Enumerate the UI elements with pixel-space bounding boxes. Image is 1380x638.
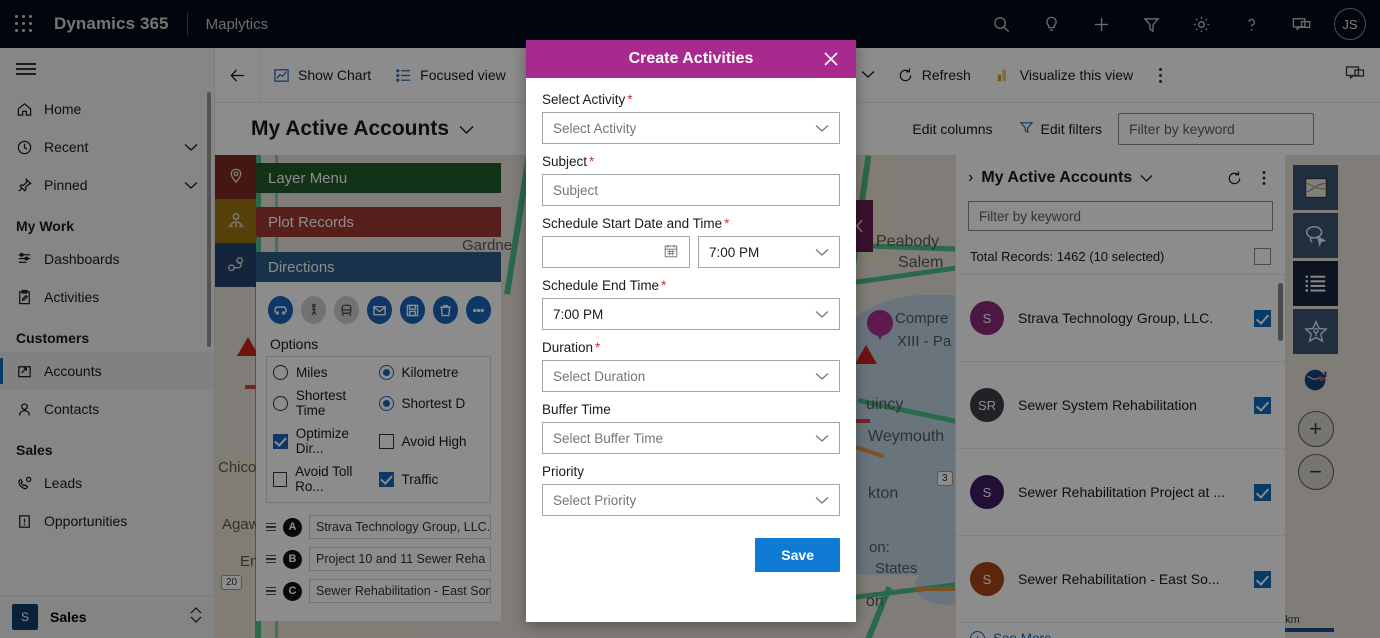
chevron-down-icon — [815, 369, 829, 384]
buffer-time-label: Buffer Time — [542, 402, 840, 417]
duration-dropdown[interactable]: Select Duration — [542, 360, 840, 392]
create-activities-dialog: Create Activities Select Activity * Selec… — [526, 40, 856, 622]
subject-label: Subject * — [542, 154, 840, 169]
field-label-text: Schedule End Time — [542, 278, 660, 293]
duration-label: Duration * — [542, 340, 840, 355]
chevron-down-icon — [815, 121, 829, 136]
priority-label: Priority — [542, 464, 840, 479]
schedule-end-label: Schedule End Time * — [542, 278, 840, 293]
required-asterisk: * — [589, 154, 595, 169]
field-label-text: Buffer Time — [542, 402, 611, 417]
buffer-time-value: Select Buffer Time — [553, 430, 664, 446]
priority-dropdown[interactable]: Select Priority — [542, 484, 840, 516]
close-icon[interactable] — [816, 40, 846, 78]
field-label-text: Duration — [542, 340, 594, 355]
subject-input[interactable]: Subject — [542, 174, 840, 206]
save-button[interactable]: Save — [755, 538, 840, 572]
select-activity-value: Select Activity — [553, 120, 637, 136]
required-asterisk: * — [595, 340, 601, 355]
field-label-text: Schedule Start Date and Time — [542, 216, 723, 231]
field-label-text: Subject — [542, 154, 588, 169]
field-label-text: Select Activity — [542, 92, 626, 107]
select-activity-label: Select Activity * — [542, 92, 840, 107]
buffer-time-dropdown[interactable]: Select Buffer Time — [542, 422, 840, 454]
select-activity-dropdown[interactable]: Select Activity — [542, 112, 840, 144]
dialog-footer: Save — [526, 516, 856, 586]
duration-value: Select Duration — [553, 368, 646, 384]
dialog-title: Create Activities — [628, 50, 754, 67]
schedule-end-time-dropdown[interactable]: 7:00 PM — [542, 298, 840, 330]
dialog-body: Select Activity * Select Activity Subject… — [526, 78, 856, 516]
dialog-header: Create Activities — [526, 40, 856, 78]
schedule-start-time-value: 7:00 PM — [709, 244, 760, 260]
calendar-icon[interactable] — [663, 243, 679, 262]
schedule-start-label: Schedule Start Date and Time * — [542, 216, 840, 231]
schedule-start-date-input[interactable] — [542, 236, 690, 268]
chevron-down-icon — [815, 307, 829, 322]
required-asterisk: * — [724, 216, 730, 231]
schedule-end-time-value: 7:00 PM — [553, 306, 604, 322]
chevron-down-icon — [815, 245, 829, 260]
chevron-down-icon — [815, 431, 829, 446]
field-label-text: Priority — [542, 464, 585, 479]
chevron-down-icon — [815, 493, 829, 508]
schedule-start-time-dropdown[interactable]: 7:00 PM — [698, 236, 840, 268]
subject-placeholder: Subject — [553, 182, 599, 198]
required-asterisk: * — [661, 278, 667, 293]
required-asterisk: * — [627, 92, 633, 107]
priority-value: Select Priority — [553, 492, 637, 508]
schedule-start-row: 7:00 PM — [542, 236, 840, 268]
